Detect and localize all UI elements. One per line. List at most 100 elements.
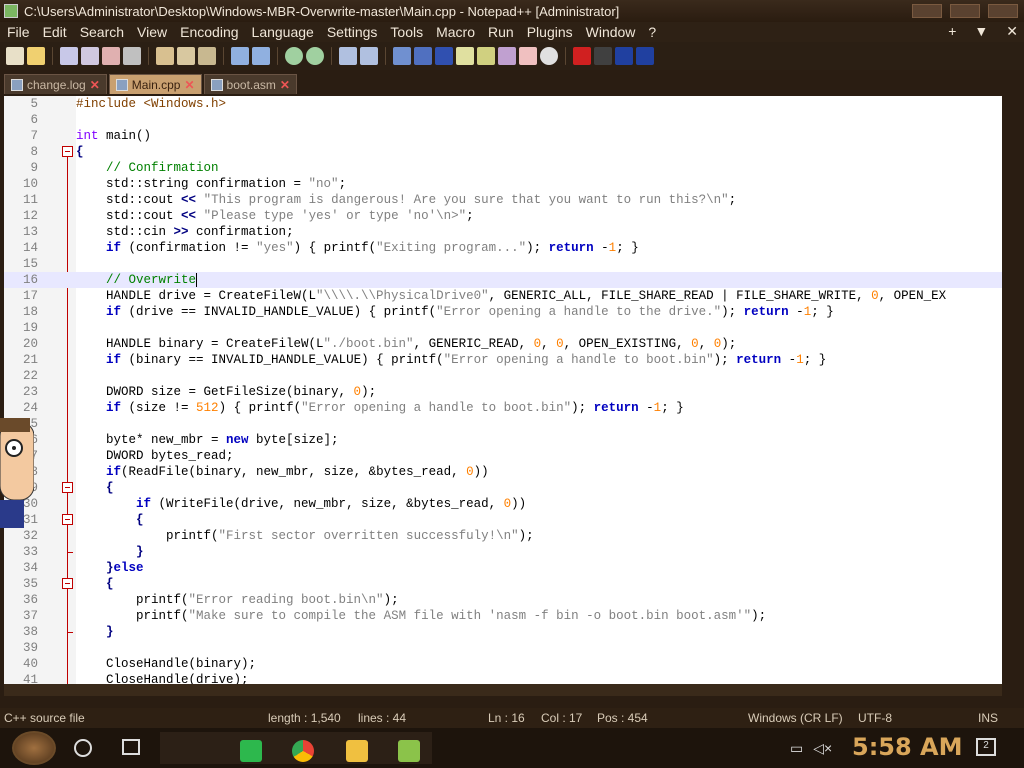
maximize-button[interactable] bbox=[950, 4, 980, 18]
code-line[interactable]: 14 if (confirmation != "yes") { printf("… bbox=[4, 240, 1002, 256]
code-text[interactable]: printf("Make sure to compile the ASM fil… bbox=[76, 608, 766, 624]
code-line[interactable]: 33 } bbox=[4, 544, 1002, 560]
code-text[interactable]: { bbox=[76, 480, 114, 496]
code-line[interactable]: 40 CloseHandle(binary); bbox=[4, 656, 1002, 672]
code-text[interactable]: HANDLE drive = CreateFileW(L"\\\\.\\Phys… bbox=[76, 288, 946, 304]
code-text[interactable]: CloseHandle(drive); bbox=[76, 672, 249, 684]
code-line[interactable]: 26 byte* new_mbr = new byte[size]; bbox=[4, 432, 1002, 448]
code-line[interactable]: 19 bbox=[4, 320, 1002, 336]
clock[interactable]: 5:58 AM bbox=[852, 733, 963, 761]
file-explorer-icon[interactable] bbox=[346, 740, 368, 762]
code-line[interactable]: 10 std::string confirmation = "no"; bbox=[4, 176, 1002, 192]
tab-change-log[interactable]: change.log ✕ bbox=[4, 74, 107, 94]
record-macro-icon[interactable] bbox=[573, 47, 591, 65]
show-all-chars-icon[interactable] bbox=[435, 47, 453, 65]
start-button[interactable] bbox=[12, 731, 56, 765]
doc-map-icon[interactable] bbox=[498, 47, 516, 65]
code-line[interactable]: 29 { bbox=[4, 480, 1002, 496]
tab-main-cpp[interactable]: Main.cpp ✕ bbox=[108, 74, 202, 94]
code-text[interactable]: CloseHandle(binary); bbox=[76, 656, 256, 672]
code-line[interactable]: 5 #include <Windows.h> bbox=[4, 96, 1002, 112]
menu-tools[interactable]: Tools bbox=[383, 24, 429, 40]
horizontal-scrollbar[interactable] bbox=[4, 684, 1002, 696]
stop-macro-icon[interactable] bbox=[594, 47, 612, 65]
menu-file[interactable]: File bbox=[0, 24, 36, 40]
close-icon[interactable]: ✕ bbox=[184, 78, 194, 92]
code-text[interactable]: if (size != 512) { printf("Error opening… bbox=[76, 400, 684, 416]
notepad-plus-plus-taskbar-icon[interactable] bbox=[398, 740, 420, 762]
code-text[interactable]: DWORD size = GetFileSize(binary, 0); bbox=[76, 384, 376, 400]
code-line[interactable]: 8{ bbox=[4, 144, 1002, 160]
code-text[interactable]: printf("Error reading boot.bin\n"); bbox=[76, 592, 399, 608]
code-line[interactable]: 38 } bbox=[4, 624, 1002, 640]
status-insert-mode[interactable]: INS bbox=[978, 711, 998, 725]
code-text[interactable]: int main() bbox=[76, 128, 151, 144]
define-language-icon[interactable] bbox=[477, 47, 495, 65]
tab-list-button[interactable]: ▼ bbox=[974, 23, 988, 40]
network-icon[interactable]: ▭ bbox=[790, 740, 803, 757]
vertical-scrollbar[interactable] bbox=[1002, 96, 1024, 696]
paste-icon[interactable] bbox=[198, 47, 216, 65]
print-icon[interactable] bbox=[123, 47, 141, 65]
menu-help[interactable]: ? bbox=[641, 24, 662, 40]
code-line[interactable]: 41 CloseHandle(drive); bbox=[4, 672, 1002, 684]
menu-plugins[interactable]: Plugins bbox=[520, 24, 579, 40]
code-text[interactable]: std::cout << "This program is dangerous!… bbox=[76, 192, 736, 208]
find-icon[interactable] bbox=[285, 47, 303, 65]
code-text[interactable]: if(ReadFile(binary, new_mbr, size, &byte… bbox=[76, 464, 489, 480]
cut-icon[interactable] bbox=[156, 47, 174, 65]
code-line[interactable]: 24 if (size != 512) { printf("Error open… bbox=[4, 400, 1002, 416]
code-line[interactable]: 18 if (drive == INVALID_HANDLE_VALUE) { … bbox=[4, 304, 1002, 320]
code-text[interactable]: } bbox=[76, 624, 114, 640]
menu-encoding[interactable]: Encoding bbox=[173, 24, 244, 40]
volume-icon[interactable]: ◁× bbox=[813, 740, 832, 757]
new-file-icon[interactable] bbox=[6, 47, 24, 65]
code-text[interactable]: byte* new_mbr = new byte[size]; bbox=[76, 432, 339, 448]
code-line[interactable]: 39 bbox=[4, 640, 1002, 656]
search-icon[interactable] bbox=[74, 739, 92, 757]
zoom-out-icon[interactable] bbox=[360, 47, 378, 65]
code-line[interactable]: 11 std::cout << "This program is dangero… bbox=[4, 192, 1002, 208]
code-text[interactable]: if (confirmation != "yes") { printf("Exi… bbox=[76, 240, 639, 256]
menu-run[interactable]: Run bbox=[481, 24, 520, 40]
code-line[interactable]: 12 std::cout << "Please type 'yes' or ty… bbox=[4, 208, 1002, 224]
code-line[interactable]: 27 DWORD bytes_read; bbox=[4, 448, 1002, 464]
code-text[interactable]: { bbox=[76, 512, 144, 528]
word-wrap-icon[interactable] bbox=[414, 47, 432, 65]
function-list-icon[interactable] bbox=[519, 47, 537, 65]
code-line[interactable]: 36 printf("Error reading boot.bin\n"); bbox=[4, 592, 1002, 608]
menu-view[interactable]: View bbox=[130, 24, 173, 40]
code-line[interactable]: 15 bbox=[4, 256, 1002, 272]
code-line[interactable]: 28 if(ReadFile(binary, new_mbr, size, &b… bbox=[4, 464, 1002, 480]
code-text[interactable]: if (WriteFile(drive, new_mbr, size, &byt… bbox=[76, 496, 526, 512]
code-line[interactable]: 25 bbox=[4, 416, 1002, 432]
new-tab-button[interactable]: + bbox=[948, 23, 956, 40]
close-file-icon[interactable] bbox=[102, 47, 120, 65]
code-text[interactable]: std::string confirmation = "no"; bbox=[76, 176, 346, 192]
close-window-button[interactable] bbox=[988, 4, 1018, 18]
redo-icon[interactable] bbox=[252, 47, 270, 65]
code-line[interactable]: 23 DWORD size = GetFileSize(binary, 0); bbox=[4, 384, 1002, 400]
code-line[interactable]: 30 if (WriteFile(drive, new_mbr, size, &… bbox=[4, 496, 1002, 512]
code-line[interactable]: 32 printf("First sector overritten succe… bbox=[4, 528, 1002, 544]
code-line[interactable]: 22 bbox=[4, 368, 1002, 384]
copy-icon[interactable] bbox=[177, 47, 195, 65]
save-all-icon[interactable] bbox=[81, 47, 99, 65]
sheets-app-icon[interactable] bbox=[240, 740, 262, 762]
menu-search[interactable]: Search bbox=[73, 24, 130, 40]
code-text[interactable]: HANDLE binary = CreateFileW(L"./boot.bin… bbox=[76, 336, 736, 352]
code-text[interactable]: // Confirmation bbox=[76, 160, 219, 176]
code-editor[interactable]: 5 #include <Windows.h> 6 7 int main() 8{9 // … bbox=[4, 96, 1002, 684]
code-text[interactable]: if (binary == INVALID_HANDLE_VALUE) { pr… bbox=[76, 352, 826, 368]
code-line[interactable]: 16 // Overwrite bbox=[4, 272, 1002, 288]
code-text[interactable]: // Overwrite bbox=[76, 272, 198, 288]
tab-boot-asm[interactable]: boot.asm ✕ bbox=[203, 74, 297, 94]
code-line[interactable]: 37 printf("Make sure to compile the ASM … bbox=[4, 608, 1002, 624]
code-line[interactable]: 20 HANDLE binary = CreateFileW(L"./boot.… bbox=[4, 336, 1002, 352]
indent-guide-icon[interactable] bbox=[456, 47, 474, 65]
run-macro-multiple-icon[interactable] bbox=[636, 47, 654, 65]
play-macro-icon[interactable] bbox=[615, 47, 633, 65]
task-view-icon[interactable] bbox=[122, 739, 140, 755]
status-eol[interactable]: Windows (CR LF) bbox=[748, 711, 843, 725]
code-text[interactable]: std::cin >> confirmation; bbox=[76, 224, 294, 240]
